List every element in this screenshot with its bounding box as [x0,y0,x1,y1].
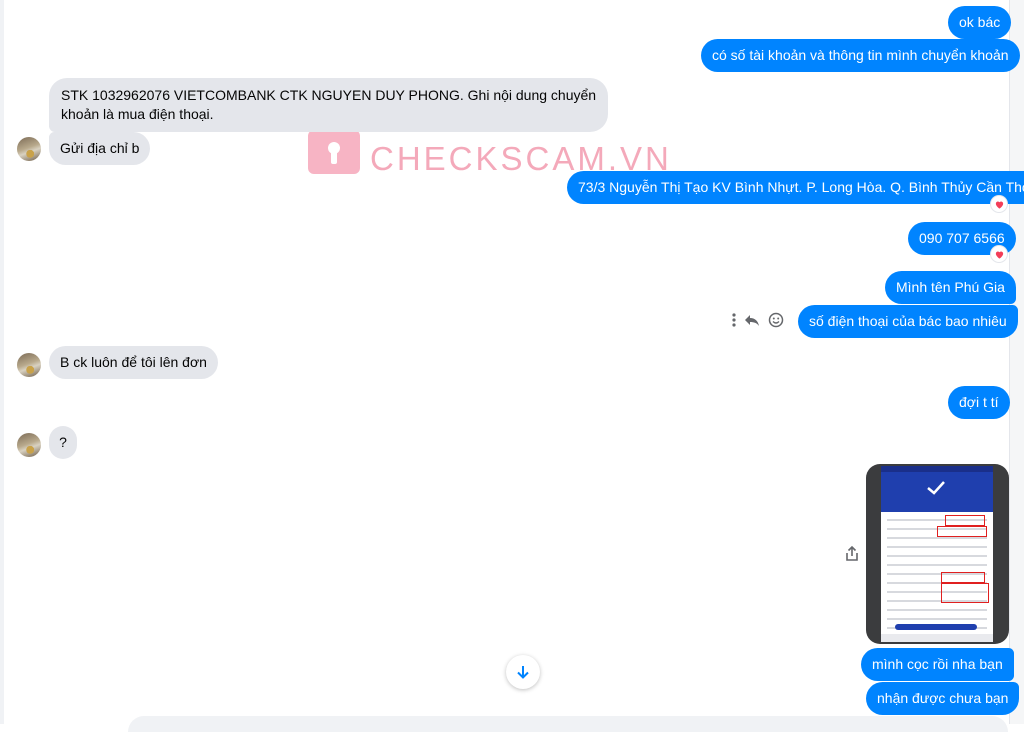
message-outgoing[interactable]: Mình tên Phú Gia [885,271,1016,304]
transfer-receipt-image [881,466,993,642]
message-text: 090 707 6566 [919,230,1005,246]
message-text: ok bác [959,14,1001,30]
message-text: Gửi địa chỉ b [60,140,140,156]
message-text: mình cọc rồi nha bạn [872,656,1003,672]
image-attachment[interactable] [866,464,1009,644]
message-incoming[interactable]: B ck luôn để tôi lên đơn [49,346,218,379]
avatar[interactable] [17,433,41,457]
smiley-icon[interactable] [768,312,784,328]
message-actions [732,310,792,330]
heart-icon [995,201,1003,209]
reply-icon[interactable] [744,313,760,327]
message-outgoing[interactable]: mình cọc rồi nha bạn [861,648,1014,681]
message-text: số điện thoại của bác bao nhiêu [809,313,1007,329]
heart-reaction[interactable] [991,246,1007,262]
left-edge [0,0,4,724]
message-text: ? [59,434,67,450]
check-icon [927,481,945,495]
message-incoming[interactable]: STK 1032962076 VIETCOMBANK CTK NGUYEN DU… [49,78,609,132]
share-icon[interactable] [843,545,861,563]
message-outgoing[interactable]: có số tài khoản và thông tin mình chuyển… [701,39,1020,72]
message-outgoing[interactable]: 73/3 Nguyễn Thị Tạo KV Bình Nhựt. P. Lon… [567,171,1024,204]
message-outgoing[interactable]: nhận được chưa bạn [866,682,1020,715]
message-outgoing[interactable]: đợi t tí [948,386,1010,419]
message-incoming[interactable]: Gửi địa chỉ b [49,132,151,165]
message-composer[interactable] [128,716,1008,732]
heart-icon [995,251,1003,259]
message-incoming[interactable]: ? [49,426,77,459]
message-text-line: STK 1032962076 VIETCOMBANK CTK NGUYEN DU… [61,87,597,103]
message-text: nhận được chưa bạn [877,690,1009,706]
message-outgoing[interactable]: số điện thoại của bác bao nhiêu [798,305,1018,338]
message-text: có số tài khoản và thông tin mình chuyển… [712,47,1009,63]
message-text: Mình tên Phú Gia [896,279,1005,295]
arrow-down-icon [517,666,529,679]
avatar[interactable] [17,353,41,377]
heart-reaction[interactable] [991,196,1007,212]
message-text: B ck luôn để tôi lên đơn [60,354,207,370]
message-text: đợi t tí [959,394,999,410]
message-text-line: khoản là mua điện thoại. [61,106,214,122]
message-text: 73/3 Nguyễn Thị Tạo KV Bình Nhựt. P. Lon… [578,179,1024,195]
scroll-to-bottom-button[interactable] [506,655,540,689]
message-outgoing[interactable]: ok bác [948,6,1012,39]
scrollbar-track[interactable] [1009,0,1024,724]
more-vertical-icon[interactable] [732,313,736,327]
avatar[interactable] [17,137,41,161]
